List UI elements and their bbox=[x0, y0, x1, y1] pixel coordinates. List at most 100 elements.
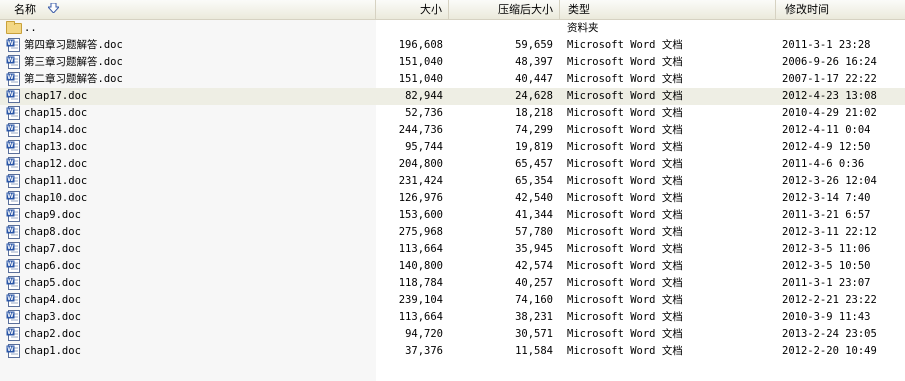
file-modified: 2012-3-14 7:40 bbox=[782, 192, 871, 204]
file-row[interactable]: Wchap15.doc 52,736 18,218 Microsoft Word 文档… bbox=[0, 105, 905, 122]
file-size: 95,744 bbox=[405, 141, 443, 153]
file-size: 151,040 bbox=[398, 56, 443, 68]
svg-text:W: W bbox=[7, 312, 14, 319]
file-modified: 2011-4-6 0:36 bbox=[782, 158, 865, 170]
file-type: Microsoft Word 文档 bbox=[567, 226, 683, 238]
file-compressed-size: 35,945 bbox=[515, 243, 553, 255]
word-document-icon: W bbox=[6, 225, 21, 239]
column-header-compressed-label: 压缩后大小 bbox=[498, 3, 553, 16]
file-row[interactable]: Wchap2.doc 94,720 30,571 Microsoft Word 文档 2… bbox=[0, 326, 905, 343]
file-size: 94,720 bbox=[405, 328, 443, 340]
file-compressed-size: 18,218 bbox=[515, 107, 553, 119]
file-name: chap4.doc bbox=[24, 294, 81, 306]
column-header-type[interactable]: 类型 bbox=[560, 0, 776, 19]
svg-text:W: W bbox=[7, 244, 14, 251]
file-size: 151,040 bbox=[398, 73, 443, 85]
file-size: 113,664 bbox=[398, 311, 443, 323]
file-row[interactable]: Wchap9.doc 153,600 41,344 Microsoft Word 文档… bbox=[0, 207, 905, 224]
parent-folder-row[interactable]: .. 资料夹 bbox=[0, 20, 905, 37]
file-size: 239,104 bbox=[398, 294, 443, 306]
file-type: Microsoft Word 文档 bbox=[567, 90, 683, 102]
file-type: Microsoft Word 文档 bbox=[567, 311, 683, 323]
svg-text:W: W bbox=[7, 295, 14, 302]
file-modified: 2012-4-9 12:50 bbox=[782, 141, 871, 153]
column-header-bar: 名称 大小 压缩后大小 类型 修改时间 bbox=[0, 0, 905, 20]
file-size: 126,976 bbox=[398, 192, 443, 204]
column-header-size[interactable]: 大小 bbox=[376, 0, 449, 19]
file-name: chap14.doc bbox=[24, 124, 88, 136]
file-compressed-size: 74,160 bbox=[515, 294, 553, 306]
word-document-icon: W bbox=[6, 123, 21, 137]
file-row[interactable]: Wchap1.doc 37,376 11,584 Microsoft Word 文档 2… bbox=[0, 343, 905, 360]
file-row[interactable]: Wchap3.doc 113,664 38,231 Microsoft Word 文档… bbox=[0, 309, 905, 326]
svg-text:W: W bbox=[7, 159, 14, 166]
svg-text:W: W bbox=[7, 346, 14, 353]
file-row[interactable]: Wchap11.doc 231,424 65,354 Microsoft Word 文… bbox=[0, 173, 905, 190]
file-compressed-size: 38,231 bbox=[515, 311, 553, 323]
sort-descending-icon bbox=[46, 1, 61, 19]
file-type: Microsoft Word 文档 bbox=[567, 124, 683, 136]
file-name: 第三章习题解答.doc bbox=[24, 56, 123, 68]
file-size: 140,800 bbox=[398, 260, 443, 272]
file-size: 204,800 bbox=[398, 158, 443, 170]
file-modified: 2006-9-26 16:24 bbox=[782, 56, 877, 68]
word-document-icon: W bbox=[6, 157, 21, 171]
svg-text:W: W bbox=[7, 227, 14, 234]
file-size: 196,608 bbox=[398, 39, 443, 51]
file-name: chap11.doc bbox=[24, 175, 88, 187]
file-compressed-size: 24,628 bbox=[515, 90, 553, 102]
file-name: 第二章习题解答.doc bbox=[24, 73, 123, 85]
file-name: chap5.doc bbox=[24, 277, 81, 289]
file-type: Microsoft Word 文档 bbox=[567, 192, 683, 204]
svg-text:W: W bbox=[7, 193, 14, 200]
file-row[interactable]: Wchap12.doc 204,800 65,457 Microsoft Word 文… bbox=[0, 156, 905, 173]
word-document-icon: W bbox=[6, 344, 21, 358]
file-modified: 2007-1-17 22:22 bbox=[782, 73, 877, 85]
svg-text:W: W bbox=[7, 261, 14, 268]
file-size: 118,784 bbox=[398, 277, 443, 289]
file-row[interactable]: Wchap17.doc 82,944 24,628 Microsoft Word 文档… bbox=[0, 88, 905, 105]
file-modified: 2013-2-24 23:05 bbox=[782, 328, 877, 340]
file-row[interactable]: W 第四章习题解答.doc 196,608 59,659 Microsoft Word … bbox=[0, 37, 905, 54]
file-size: 244,736 bbox=[398, 124, 443, 136]
file-row[interactable]: W 第二章习题解答.doc 151,040 40,447 Microsoft Word … bbox=[0, 71, 905, 88]
file-row[interactable]: Wchap13.doc 95,744 19,819 Microsoft Word 文档… bbox=[0, 139, 905, 156]
file-modified: 2011-3-1 23:28 bbox=[782, 39, 871, 51]
file-row[interactable]: W 第三章习题解答.doc 151,040 48,397 Microsoft Word … bbox=[0, 54, 905, 71]
file-size: 153,600 bbox=[398, 209, 443, 221]
file-row[interactable]: Wchap10.doc 126,976 42,540 Microsoft Word 文… bbox=[0, 190, 905, 207]
file-row[interactable]: Wchap7.doc 113,664 35,945 Microsoft Word 文档… bbox=[0, 241, 905, 258]
word-document-icon: W bbox=[6, 140, 21, 154]
svg-text:W: W bbox=[7, 142, 14, 149]
file-modified: 2011-3-21 6:57 bbox=[782, 209, 871, 221]
column-header-compressed[interactable]: 压缩后大小 bbox=[449, 0, 560, 19]
word-document-icon: W bbox=[6, 208, 21, 222]
file-name: chap13.doc bbox=[24, 141, 88, 153]
column-header-name[interactable]: 名称 bbox=[0, 0, 376, 19]
file-row[interactable]: Wchap14.doc 244,736 74,299 Microsoft Word 文… bbox=[0, 122, 905, 139]
file-modified: 2010-4-29 21:02 bbox=[782, 107, 877, 119]
file-compressed-size: 57,780 bbox=[515, 226, 553, 238]
file-compressed-size: 42,540 bbox=[515, 192, 553, 204]
file-row[interactable]: Wchap6.doc 140,800 42,574 Microsoft Word 文档… bbox=[0, 258, 905, 275]
file-compressed-size: 41,344 bbox=[515, 209, 553, 221]
word-document-icon: W bbox=[6, 242, 21, 256]
file-row[interactable]: Wchap5.doc 118,784 40,257 Microsoft Word 文档… bbox=[0, 275, 905, 292]
file-list: .. 资料夹 W 第四章习题解答.doc 196,608 59,659 Microsof… bbox=[0, 20, 905, 360]
svg-text:W: W bbox=[7, 108, 14, 115]
column-header-modified[interactable]: 修改时间 bbox=[776, 0, 905, 19]
file-row[interactable]: Wchap8.doc 275,968 57,780 Microsoft Word 文档… bbox=[0, 224, 905, 241]
file-modified: 2012-3-5 11:06 bbox=[782, 243, 871, 255]
file-compressed-size: 40,257 bbox=[515, 277, 553, 289]
word-document-icon: W bbox=[6, 55, 21, 69]
file-name: chap17.doc bbox=[24, 90, 88, 102]
file-row[interactable]: Wchap4.doc 239,104 74,160 Microsoft Word 文档… bbox=[0, 292, 905, 309]
word-document-icon: W bbox=[6, 276, 21, 290]
file-size: 52,736 bbox=[405, 107, 443, 119]
file-modified: 2012-4-23 13:08 bbox=[782, 90, 877, 102]
file-type: Microsoft Word 文档 bbox=[567, 107, 683, 119]
word-document-icon: W bbox=[6, 310, 21, 324]
file-compressed-size: 40,447 bbox=[515, 73, 553, 85]
file-modified: 2010-3-9 11:43 bbox=[782, 311, 871, 323]
file-size: 82,944 bbox=[405, 90, 443, 102]
